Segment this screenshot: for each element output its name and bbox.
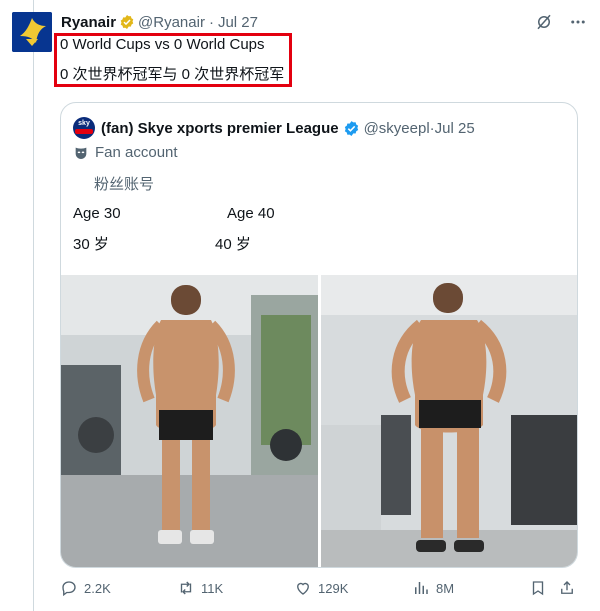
fan-mask-icon <box>75 147 87 159</box>
tweet-text-line2: 0 次世界杯冠军与 0 次世界杯冠军 <box>60 66 285 83</box>
bookmark-button[interactable] <box>529 577 547 599</box>
fan-account-label: Fan account <box>95 144 178 161</box>
author-handle[interactable]: @Ryanair <box>138 14 205 31</box>
quoted-author-handle[interactable]: @skyeepl <box>364 120 430 137</box>
like-button[interactable]: 129K <box>294 577 348 599</box>
avatar[interactable] <box>12 12 52 52</box>
quoted-date[interactable]: Jul 25 <box>435 120 475 137</box>
views-count: 8M <box>436 580 455 596</box>
quoted-avatar[interactable]: sky <box>73 117 95 139</box>
share-icon <box>561 581 573 594</box>
views-icon <box>415 582 428 594</box>
verified-blue-icon <box>344 120 358 136</box>
caption-age-40-zh: 40 岁 <box>215 236 251 253</box>
tweet-header: Ryanair @Ryanair · Jul 27 <box>61 12 258 32</box>
verified-gold-icon <box>120 15 134 29</box>
action-bar: 2.2K 11K 129K 8M <box>60 577 580 599</box>
repost-icon <box>180 581 192 595</box>
caption-age-30-zh: 30 岁 <box>73 236 109 253</box>
like-icon <box>297 582 309 595</box>
repost-button[interactable]: 11K <box>177 577 223 599</box>
reply-icon <box>62 581 76 597</box>
reply-button[interactable]: 2.2K <box>60 577 111 599</box>
caption-age-30: Age 30 <box>73 205 121 222</box>
fan-account-label-zh: 粉丝账号 <box>94 176 155 193</box>
repost-count: 11K <box>201 580 224 596</box>
more-icon[interactable] <box>568 12 588 32</box>
caption-age-40: Age 40 <box>227 205 275 222</box>
separator-dot: · <box>208 13 214 31</box>
fan-account-row: Fan account <box>73 144 178 161</box>
views-button[interactable]: 8M <box>412 577 454 599</box>
quoted-tweet[interactable]: sky (fan) Skye xports premier League @sk… <box>60 102 578 568</box>
photo-left[interactable] <box>61 275 318 567</box>
tweet-top-actions <box>534 12 588 32</box>
tweet[interactable]: Ryanair @Ryanair · Jul 27 0 World Cups v… <box>0 0 600 611</box>
share-button[interactable] <box>558 577 576 599</box>
bookmark-icon <box>532 581 544 596</box>
quoted-header: sky (fan) Skye xports premier League @sk… <box>73 117 475 139</box>
thread-rule <box>33 0 34 611</box>
tweet-date[interactable]: Jul 27 <box>218 14 258 31</box>
grok-icon[interactable] <box>534 12 554 32</box>
like-count: 129K <box>318 580 349 596</box>
photo-right[interactable] <box>321 275 577 567</box>
quoted-author-name[interactable]: (fan) Skye xports premier League <box>101 120 339 137</box>
tweet-text-line1: 0 World Cups vs 0 World Cups <box>60 36 265 53</box>
reply-count: 2.2K <box>84 580 111 596</box>
author-name[interactable]: Ryanair <box>61 14 116 31</box>
